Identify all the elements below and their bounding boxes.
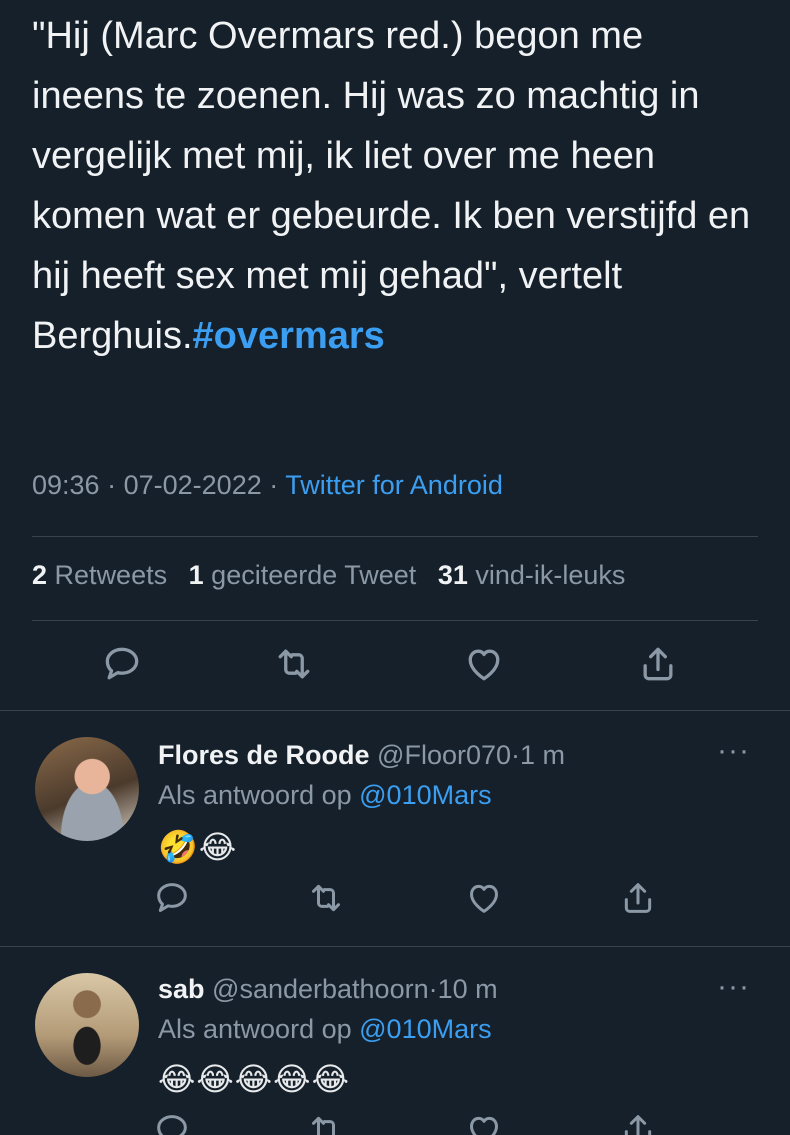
reply-author-name[interactable]: Flores de Roode: [158, 740, 370, 770]
share-icon: [643, 647, 673, 681]
tweet-stats: 2 Retweets 1 geciteerde Tweet 31 vind-ik…: [32, 560, 625, 591]
meta-separator: ·: [269, 470, 279, 500]
reply-context: Als antwoord op @010Mars: [158, 1014, 492, 1045]
reply-context: Als antwoord op @010Mars: [158, 780, 492, 811]
reply-author-handle[interactable]: @sanderbathoorn: [212, 974, 429, 1004]
tweet-date: 07-02-2022: [123, 470, 262, 500]
retweet-button[interactable]: [306, 878, 346, 918]
retweet-button[interactable]: [272, 642, 316, 686]
retweet-icon: [312, 1116, 335, 1135]
share-icon: [624, 1115, 652, 1135]
tweet-time: 09:36: [32, 470, 100, 500]
reply-author-name[interactable]: sab: [158, 974, 205, 1004]
meta-separator: ·: [428, 974, 438, 1004]
quotes-stat[interactable]: 1 geciteerde Tweet: [189, 560, 417, 590]
reply-time: 10 m: [437, 974, 498, 1004]
avatar[interactable]: [35, 973, 139, 1077]
reply-tweet[interactable]: Flores de Roode @Floor070·1 m ··· Als an…: [0, 710, 790, 946]
like-icon: [468, 649, 500, 681]
retweets-count: 2: [32, 560, 48, 590]
reply-mention-link[interactable]: @010Mars: [359, 780, 491, 810]
share-icon: [624, 883, 652, 913]
reply-time: 1 m: [520, 740, 566, 770]
avatar[interactable]: [35, 737, 139, 841]
reply-prefix: Als antwoord op: [158, 1014, 352, 1044]
reply-button[interactable]: [152, 878, 192, 918]
tweet-source-link[interactable]: Twitter for Android: [285, 470, 503, 500]
tweet-detail-page: "Hij (Marc Overmars red.) begon me ineen…: [0, 0, 790, 1135]
reply-icon: [157, 883, 187, 912]
share-button[interactable]: [636, 642, 680, 686]
divider: [32, 536, 758, 537]
tweet-meta: 09:36 · 07-02-2022 · Twitter for Android: [32, 470, 503, 501]
hashtag-link[interactable]: #overmars: [193, 315, 385, 357]
reply-emoji-text: 🤣😂: [158, 829, 238, 865]
reply-icon: [105, 647, 139, 680]
share-button[interactable]: [618, 1110, 658, 1135]
meta-separator: ·: [511, 740, 521, 770]
likes-count: 31: [437, 560, 468, 590]
like-button[interactable]: [464, 878, 504, 918]
tweet-text: "Hij (Marc Overmars red.) begon me ineen…: [32, 6, 762, 366]
tweet-body-text: "Hij (Marc Overmars red.) begon me ineen…: [32, 15, 751, 357]
reply-icon: [157, 1115, 187, 1135]
reply-author-handle[interactable]: @Floor070: [377, 740, 511, 770]
share-button[interactable]: [618, 878, 658, 918]
retweet-icon: [278, 649, 310, 679]
retweets-label: Retweets: [54, 560, 168, 590]
divider: [32, 620, 758, 621]
reply-header: Flores de Roode @Floor070·1 m: [158, 740, 565, 771]
quotes-label: geciteerde Tweet: [211, 560, 417, 590]
meta-separator: ·: [107, 470, 117, 500]
reply-header: sab @sanderbathoorn·10 m: [158, 974, 498, 1005]
quotes-count: 1: [188, 560, 204, 590]
likes-stat[interactable]: 31 vind-ik-leuks: [438, 560, 626, 590]
reply-button[interactable]: [152, 1110, 192, 1135]
reply-mention-link[interactable]: @010Mars: [359, 1014, 491, 1044]
likes-label: vind-ik-leuks: [475, 560, 626, 590]
reply-tweet[interactable]: sab @sanderbathoorn·10 m ··· Als antwoor…: [0, 946, 790, 1135]
reply-button[interactable]: [100, 642, 144, 686]
more-options-icon[interactable]: ···: [717, 970, 750, 1004]
reply-prefix: Als antwoord op: [158, 780, 352, 810]
like-button[interactable]: [462, 642, 506, 686]
retweets-stat[interactable]: 2 Retweets: [32, 560, 167, 590]
retweet-icon: [312, 884, 340, 912]
retweet-button[interactable]: [306, 1110, 346, 1135]
like-icon: [470, 884, 498, 913]
more-options-icon[interactable]: ···: [717, 734, 750, 768]
like-icon: [470, 1116, 498, 1135]
reply-emoji-text: 😂😂😂😂😂: [158, 1061, 350, 1097]
like-button[interactable]: [464, 1110, 504, 1135]
